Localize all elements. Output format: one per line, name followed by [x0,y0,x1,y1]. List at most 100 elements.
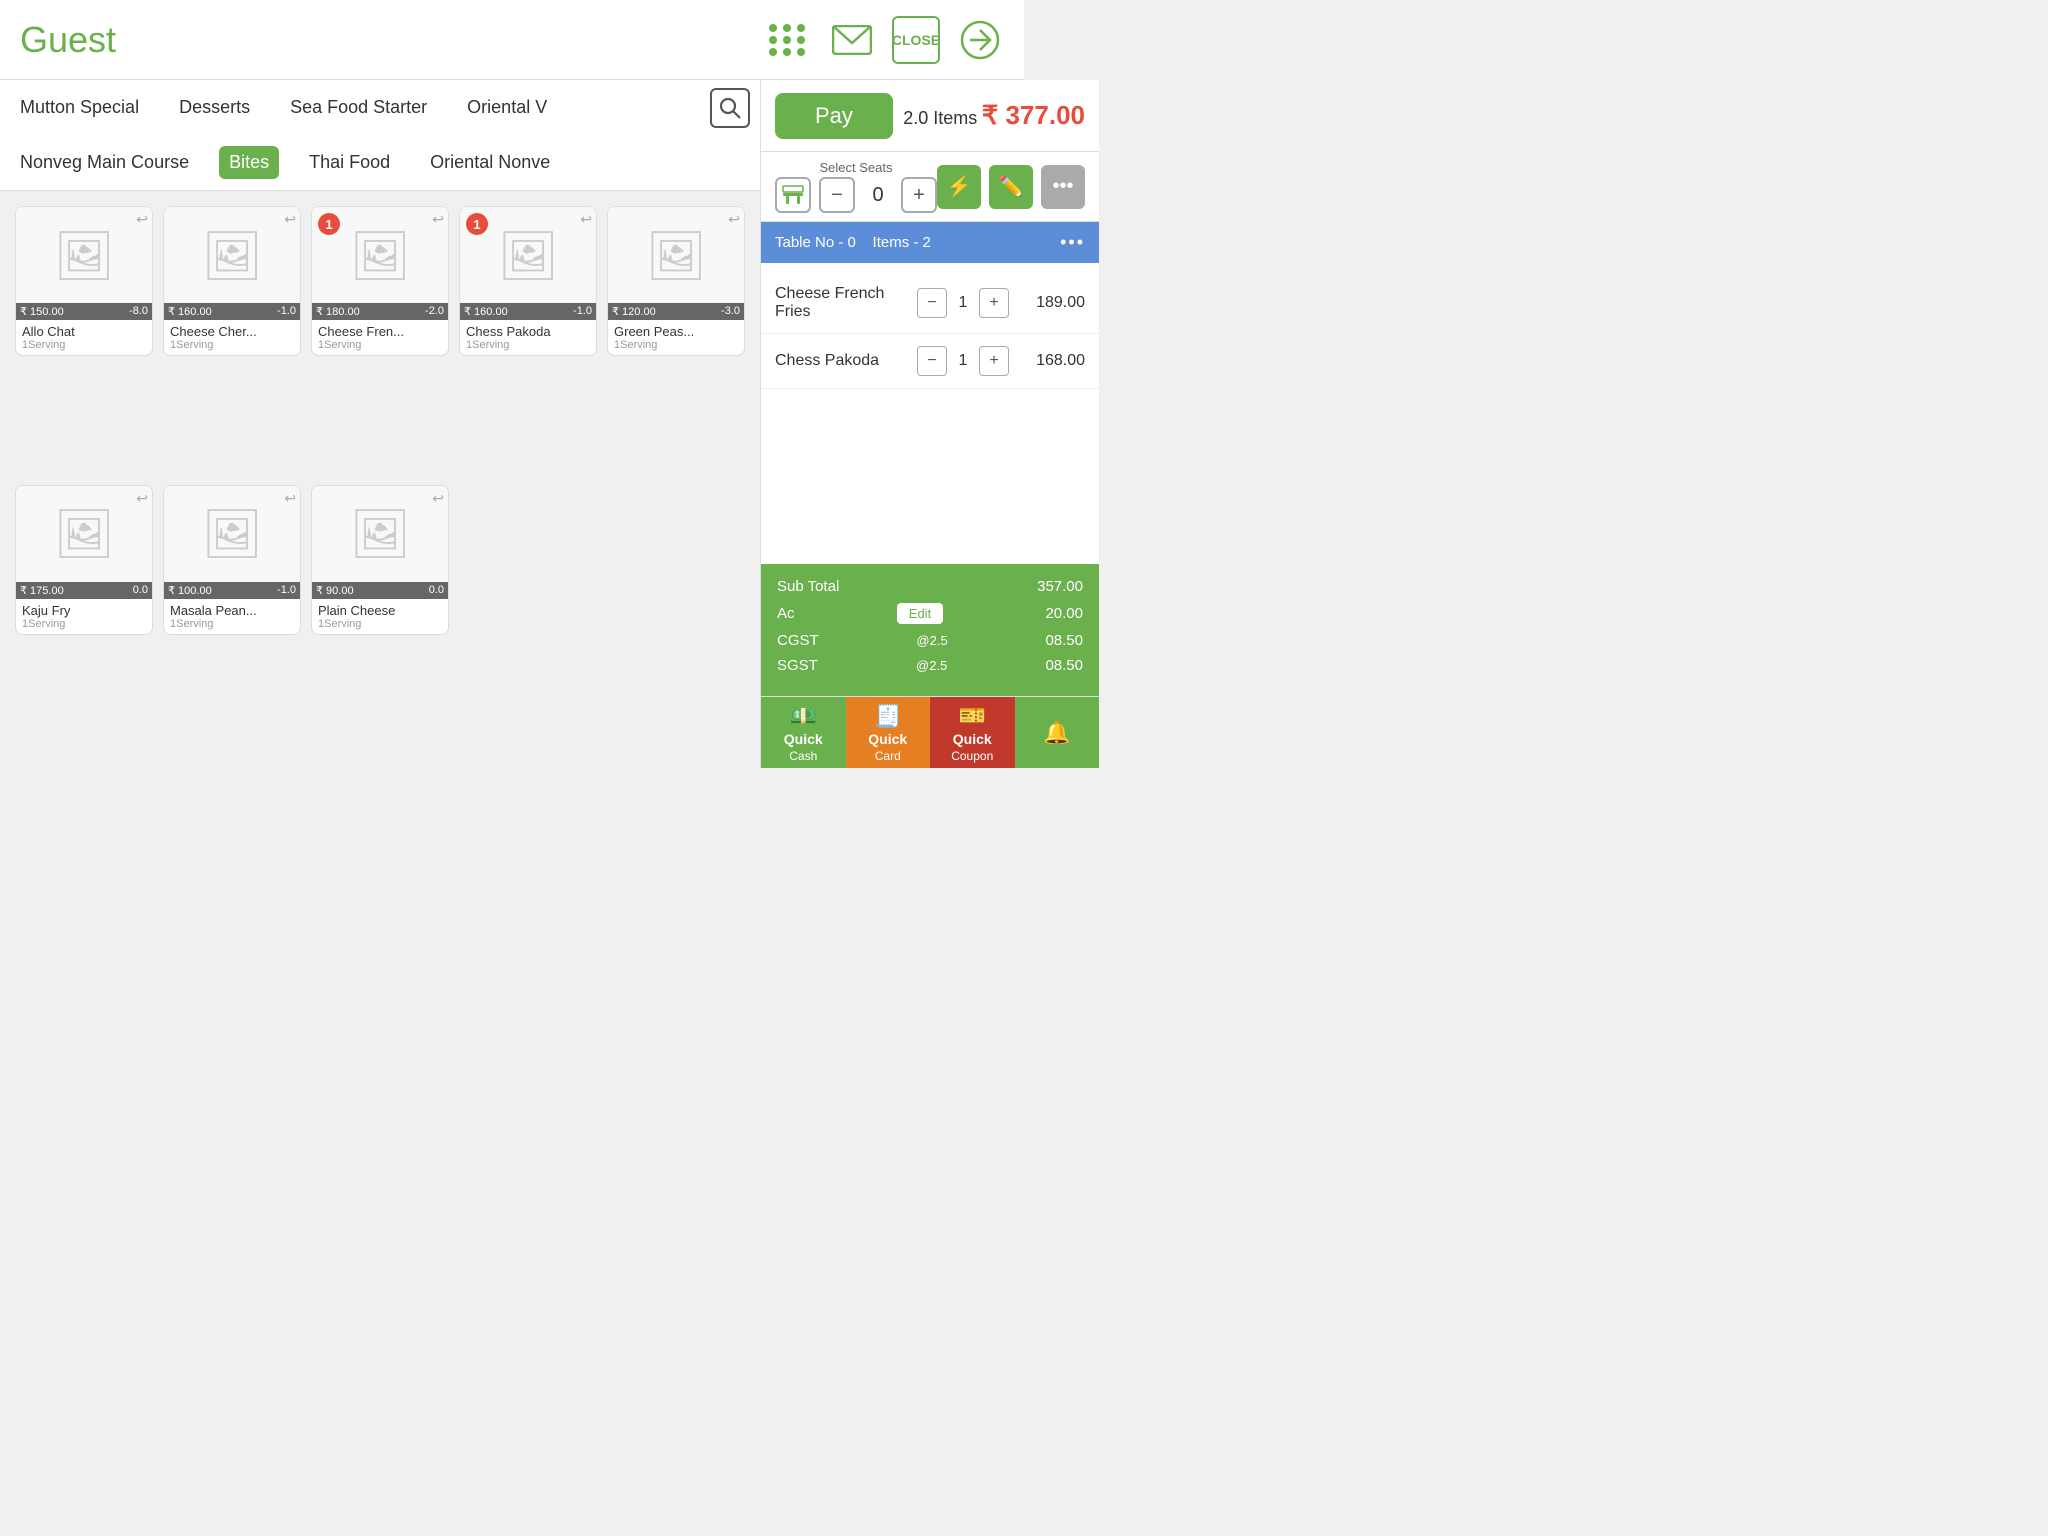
card-icon: 🧾 [874,703,901,729]
grid-icon[interactable] [764,16,812,64]
item-info: Allo Chat 1Serving [16,320,152,355]
item-image: 🖼 ↩ [16,486,152,582]
dot [783,24,791,32]
lightning-button[interactable]: ⚡ [937,165,981,209]
item-placeholder-icon: 🖼 [646,227,707,284]
cgst-label: CGST [777,632,819,649]
quick-cash-button[interactable]: 💵 Quick Cash [761,697,846,768]
item-card[interactable]: 🖼 ↩ ₹ 175.00 0.0 Kaju Fry 1Serving [15,485,153,635]
item-serving: 1Serving [614,339,738,351]
edit-button[interactable]: ✏️ [989,165,1033,209]
qty-controls: − 1 + [917,288,1009,318]
seats-decrease-button[interactable]: − [819,177,855,213]
item-card[interactable]: 🖼 ↩ ₹ 160.00 -1.0 Cheese Cher... 1Servin… [163,206,301,356]
quick-coupon-button[interactable]: 🎫 Quick Coupon [930,697,1015,768]
seats-increase-button[interactable]: + [901,177,937,213]
item-serving: 1Serving [170,339,294,351]
item-placeholder-icon: 🖼 [202,505,263,562]
pay-button[interactable]: Pay [775,93,893,139]
arrow-icon: ↩ [284,211,296,228]
item-price: ₹ 150.00 [20,305,64,318]
item-serving: 1Serving [22,339,146,351]
seats-label: Select Seats [820,160,893,175]
header-icons: CLOSE [764,16,1004,64]
tab-nonveg-main[interactable]: Nonveg Main Course [10,146,199,179]
quick-actions-bar: 💵 Quick Cash 🧾 Quick Card 🎫 Quick Coupon… [761,696,1099,768]
order-item-name: Cheese French Fries [775,285,917,321]
subtotal-row: Sub Total 357.00 [777,578,1083,595]
search-button[interactable] [710,88,750,128]
item-placeholder-icon: 🖼 [350,505,411,562]
qty-increase-button[interactable]: + [979,346,1009,376]
category-tabs: Mutton Special Desserts Sea Food Starter… [0,80,760,191]
pencil-icon: ✏️ [999,174,1024,199]
item-name: Allo Chat [22,324,146,339]
more-button[interactable]: 🔔 [1015,697,1100,768]
table-icon-button[interactable] [775,177,811,213]
item-card[interactable]: 🖼 ↩ ₹ 90.00 0.0 Plain Cheese 1Serving [311,485,449,635]
item-name: Plain Cheese [318,603,442,618]
qty-decrease-button[interactable]: − [917,346,947,376]
tab-oriental-v[interactable]: Oriental V [457,91,557,124]
quick-coupon-label: Quick [953,731,992,747]
item-card[interactable]: 🖼 ↩ ₹ 100.00 -1.0 Masala Pean... 1Servin… [163,485,301,635]
item-stock: -1.0 [277,305,296,318]
dot [769,24,777,32]
order-item-name: Chess Pakoda [775,352,917,370]
subtotal-label: Sub Total [777,578,839,595]
item-price-bar: ₹ 120.00 -3.0 [608,303,744,320]
item-card[interactable]: 1 🖼 ↩ ₹ 180.00 -2.0 Cheese Fren... 1Serv… [311,206,449,356]
tab-bites[interactable]: Bites [219,146,279,179]
message-icon[interactable] [828,16,876,64]
order-item-price: 189.00 [1025,294,1085,312]
item-stock: 0.0 [133,584,148,597]
tab-seafood-starter[interactable]: Sea Food Starter [280,91,437,124]
order-item: Cheese French Fries − 1 + 189.00 [761,273,1099,334]
dots-grid-icon [769,24,807,56]
qty-increase-button[interactable]: + [979,288,1009,318]
item-grid: 🖼 ↩ ₹ 150.00 -8.0 Allo Chat 1Serving 🖼 ↩ [0,191,760,768]
coupon-icon: 🎫 [959,703,986,729]
dot [783,36,791,44]
item-price: ₹ 160.00 [464,305,508,318]
item-price-bar: ₹ 160.00 -1.0 [460,303,596,320]
bell-icon: 🔔 [1043,720,1070,746]
item-price-bar: ₹ 180.00 -2.0 [312,303,448,320]
tab-mutton-special[interactable]: Mutton Special [10,91,149,124]
item-serving: 1Serving [466,339,590,351]
item-info: Green Peas... 1Serving [608,320,744,355]
tab-oriental-nonve[interactable]: Oriental Nonve [420,146,560,179]
right-panel: Pay 2.0 Items ₹ 377.00 Select Seats [760,80,1099,768]
sgst-rate: @2.5 [916,658,947,673]
item-price: ₹ 160.00 [168,305,212,318]
item-card[interactable]: 🖼 ↩ ₹ 120.00 -3.0 Green Peas... 1Serving [607,206,745,356]
item-info: Masala Pean... 1Serving [164,599,300,634]
arrow-icon: ↩ [136,211,148,228]
quick-card-button[interactable]: 🧾 Quick Card [846,697,931,768]
close-button[interactable]: CLOSE [892,16,940,64]
item-name: Cheese Cher... [170,324,294,339]
arrow-icon: ↩ [432,490,444,507]
ac-edit-button[interactable]: Edit [897,603,943,624]
item-stock: -1.0 [573,305,592,318]
item-card[interactable]: 1 🖼 ↩ ₹ 160.00 -1.0 Chess Pakoda 1Servin… [459,206,597,356]
cgst-value: 08.50 [1045,632,1083,649]
item-badge: 1 [318,213,340,235]
sgst-row: SGST @2.5 08.50 [777,657,1083,674]
table-header: Table No - 0 Items - 2 ••• [761,222,1099,263]
more-options-button[interactable]: ••• [1041,165,1085,209]
ac-value: 20.00 [1045,605,1083,622]
tab-thai-food[interactable]: Thai Food [299,146,400,179]
exit-button[interactable] [956,16,1004,64]
item-placeholder-icon: 🖼 [54,227,115,284]
qty-decrease-button[interactable]: − [917,288,947,318]
item-image: 🖼 ↩ [164,486,300,582]
table-header-options[interactable]: ••• [1060,232,1085,253]
item-image: 🖼 ↩ [164,207,300,303]
item-info: Kaju Fry 1Serving [16,599,152,634]
arrow-icon: ↩ [136,490,148,507]
item-card[interactable]: 🖼 ↩ ₹ 150.00 -8.0 Allo Chat 1Serving [15,206,153,356]
tab-desserts[interactable]: Desserts [169,91,260,124]
action-buttons: ⚡ ✏️ ••• [937,165,1085,209]
main-layout: Mutton Special Desserts Sea Food Starter… [0,80,1024,768]
